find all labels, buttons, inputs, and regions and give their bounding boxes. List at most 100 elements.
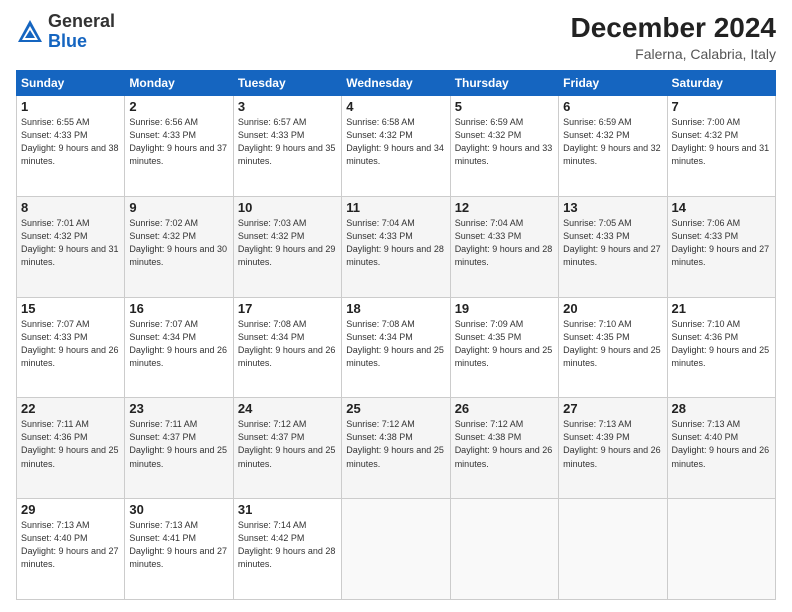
logo-icon <box>16 18 44 46</box>
day-info: Sunrise: 7:13 AMSunset: 4:39 PMDaylight:… <box>563 419 661 468</box>
day-number: 14 <box>672 200 771 215</box>
calendar-cell: 23Sunrise: 7:11 AMSunset: 4:37 PMDayligh… <box>125 398 233 499</box>
day-number: 30 <box>129 502 228 517</box>
calendar-cell <box>559 499 667 600</box>
day-info: Sunrise: 7:11 AMSunset: 4:36 PMDaylight:… <box>21 419 119 468</box>
weekday-header: Saturday <box>667 71 775 96</box>
day-number: 4 <box>346 99 445 114</box>
day-info: Sunrise: 7:05 AMSunset: 4:33 PMDaylight:… <box>563 218 661 267</box>
calendar-cell: 2 Sunrise: 6:56 AMSunset: 4:33 PMDaylight… <box>125 96 233 197</box>
calendar-cell: 29 Sunrise: 7:13 AMSunset: 4:40 PMDayligh… <box>17 499 125 600</box>
calendar-cell: 31 Sunrise: 7:14 AMSunset: 4:42 PMDayligh… <box>233 499 341 600</box>
day-number: 21 <box>672 301 771 316</box>
day-info: Sunrise: 7:14 AMSunset: 4:42 PMDaylight:… <box>238 520 336 569</box>
day-number: 23 <box>129 401 228 416</box>
day-info: Sunrise: 7:01 AMSunset: 4:32 PMDaylight:… <box>21 218 119 267</box>
day-number: 31 <box>238 502 337 517</box>
day-info: Sunrise: 6:58 AMSunset: 4:32 PMDaylight:… <box>346 117 444 166</box>
day-number: 5 <box>455 99 554 114</box>
calendar-cell: 24 Sunrise: 7:12 AMSunset: 4:37 PMDayligh… <box>233 398 341 499</box>
header: General Blue December 2024 Falerna, Cala… <box>16 12 776 62</box>
day-info: Sunrise: 7:12 AMSunset: 4:38 PMDaylight:… <box>346 419 444 468</box>
calendar-cell: 18Sunrise: 7:08 AMSunset: 4:34 PMDayligh… <box>342 297 450 398</box>
logo-blue-text: Blue <box>48 31 87 51</box>
day-number: 6 <box>563 99 662 114</box>
calendar-cell: 21 Sunrise: 7:10 AMSunset: 4:36 PMDayligh… <box>667 297 775 398</box>
location: Falerna, Calabria, Italy <box>571 46 776 62</box>
day-info: Sunrise: 7:13 AMSunset: 4:41 PMDaylight:… <box>129 520 227 569</box>
calendar-cell: 22 Sunrise: 7:11 AMSunset: 4:36 PMDayligh… <box>17 398 125 499</box>
day-info: Sunrise: 7:08 AMSunset: 4:34 PMDaylight:… <box>238 319 336 368</box>
day-info: Sunrise: 7:12 AMSunset: 4:37 PMDaylight:… <box>238 419 336 468</box>
day-info: Sunrise: 7:07 AMSunset: 4:33 PMDaylight:… <box>21 319 119 368</box>
day-number: 27 <box>563 401 662 416</box>
day-number: 29 <box>21 502 120 517</box>
weekday-header: Sunday <box>17 71 125 96</box>
calendar-cell: 20Sunrise: 7:10 AMSunset: 4:35 PMDayligh… <box>559 297 667 398</box>
day-info: Sunrise: 6:56 AMSunset: 4:33 PMDaylight:… <box>129 117 227 166</box>
calendar-cell <box>667 499 775 600</box>
calendar-cell <box>342 499 450 600</box>
day-info: Sunrise: 7:12 AMSunset: 4:38 PMDaylight:… <box>455 419 553 468</box>
day-number: 20 <box>563 301 662 316</box>
day-info: Sunrise: 7:09 AMSunset: 4:35 PMDaylight:… <box>455 319 553 368</box>
day-number: 1 <box>21 99 120 114</box>
day-number: 22 <box>21 401 120 416</box>
day-number: 28 <box>672 401 771 416</box>
day-number: 9 <box>129 200 228 215</box>
day-number: 3 <box>238 99 337 114</box>
day-info: Sunrise: 7:07 AMSunset: 4:34 PMDaylight:… <box>129 319 227 368</box>
calendar-cell: 19 Sunrise: 7:09 AMSunset: 4:35 PMDayligh… <box>450 297 558 398</box>
calendar-cell: 28Sunrise: 7:13 AMSunset: 4:40 PMDayligh… <box>667 398 775 499</box>
weekday-header: Monday <box>125 71 233 96</box>
week-row: 15Sunrise: 7:07 AMSunset: 4:33 PMDayligh… <box>17 297 776 398</box>
calendar-cell: 9 Sunrise: 7:02 AMSunset: 4:32 PMDaylight… <box>125 196 233 297</box>
calendar-cell: 14 Sunrise: 7:06 AMSunset: 4:33 PMDayligh… <box>667 196 775 297</box>
day-number: 26 <box>455 401 554 416</box>
day-info: Sunrise: 7:03 AMSunset: 4:32 PMDaylight:… <box>238 218 336 267</box>
day-info: Sunrise: 7:10 AMSunset: 4:36 PMDaylight:… <box>672 319 770 368</box>
week-row: 1 Sunrise: 6:55 AMSunset: 4:33 PMDaylight… <box>17 96 776 197</box>
calendar-cell: 7 Sunrise: 7:00 AMSunset: 4:32 PMDaylight… <box>667 96 775 197</box>
calendar-cell: 11Sunrise: 7:04 AMSunset: 4:33 PMDayligh… <box>342 196 450 297</box>
calendar-cell: 27 Sunrise: 7:13 AMSunset: 4:39 PMDayligh… <box>559 398 667 499</box>
day-number: 18 <box>346 301 445 316</box>
day-number: 7 <box>672 99 771 114</box>
calendar-cell: 6Sunrise: 6:59 AMSunset: 4:32 PMDaylight… <box>559 96 667 197</box>
day-number: 2 <box>129 99 228 114</box>
calendar-cell: 17 Sunrise: 7:08 AMSunset: 4:34 PMDayligh… <box>233 297 341 398</box>
week-row: 8 Sunrise: 7:01 AMSunset: 4:32 PMDaylight… <box>17 196 776 297</box>
day-info: Sunrise: 7:02 AMSunset: 4:32 PMDaylight:… <box>129 218 227 267</box>
day-number: 16 <box>129 301 228 316</box>
day-info: Sunrise: 7:13 AMSunset: 4:40 PMDaylight:… <box>21 520 119 569</box>
calendar-cell: 3 Sunrise: 6:57 AMSunset: 4:33 PMDaylight… <box>233 96 341 197</box>
day-number: 25 <box>346 401 445 416</box>
calendar-cell: 12Sunrise: 7:04 AMSunset: 4:33 PMDayligh… <box>450 196 558 297</box>
week-row: 22 Sunrise: 7:11 AMSunset: 4:36 PMDayligh… <box>17 398 776 499</box>
day-info: Sunrise: 6:57 AMSunset: 4:33 PMDaylight:… <box>238 117 336 166</box>
weekday-header-row: SundayMondayTuesdayWednesdayThursdayFrid… <box>17 71 776 96</box>
day-info: Sunrise: 6:55 AMSunset: 4:33 PMDaylight:… <box>21 117 119 166</box>
day-number: 12 <box>455 200 554 215</box>
day-number: 11 <box>346 200 445 215</box>
day-number: 17 <box>238 301 337 316</box>
month-title: December 2024 <box>571 12 776 44</box>
day-number: 19 <box>455 301 554 316</box>
calendar-cell: 8 Sunrise: 7:01 AMSunset: 4:32 PMDaylight… <box>17 196 125 297</box>
calendar-table: SundayMondayTuesdayWednesdayThursdayFrid… <box>16 70 776 600</box>
calendar-cell: 1 Sunrise: 6:55 AMSunset: 4:33 PMDaylight… <box>17 96 125 197</box>
logo: General Blue <box>16 12 115 52</box>
calendar-cell: 10Sunrise: 7:03 AMSunset: 4:32 PMDayligh… <box>233 196 341 297</box>
week-row: 29 Sunrise: 7:13 AMSunset: 4:40 PMDayligh… <box>17 499 776 600</box>
calendar-cell: 5 Sunrise: 6:59 AMSunset: 4:32 PMDaylight… <box>450 96 558 197</box>
calendar-cell: 16 Sunrise: 7:07 AMSunset: 4:34 PMDayligh… <box>125 297 233 398</box>
calendar-cell: 15Sunrise: 7:07 AMSunset: 4:33 PMDayligh… <box>17 297 125 398</box>
day-info: Sunrise: 6:59 AMSunset: 4:32 PMDaylight:… <box>455 117 553 166</box>
day-info: Sunrise: 7:00 AMSunset: 4:32 PMDaylight:… <box>672 117 770 166</box>
day-number: 8 <box>21 200 120 215</box>
weekday-header: Friday <box>559 71 667 96</box>
title-block: December 2024 Falerna, Calabria, Italy <box>571 12 776 62</box>
day-info: Sunrise: 7:06 AMSunset: 4:33 PMDaylight:… <box>672 218 770 267</box>
day-number: 24 <box>238 401 337 416</box>
calendar-cell <box>450 499 558 600</box>
